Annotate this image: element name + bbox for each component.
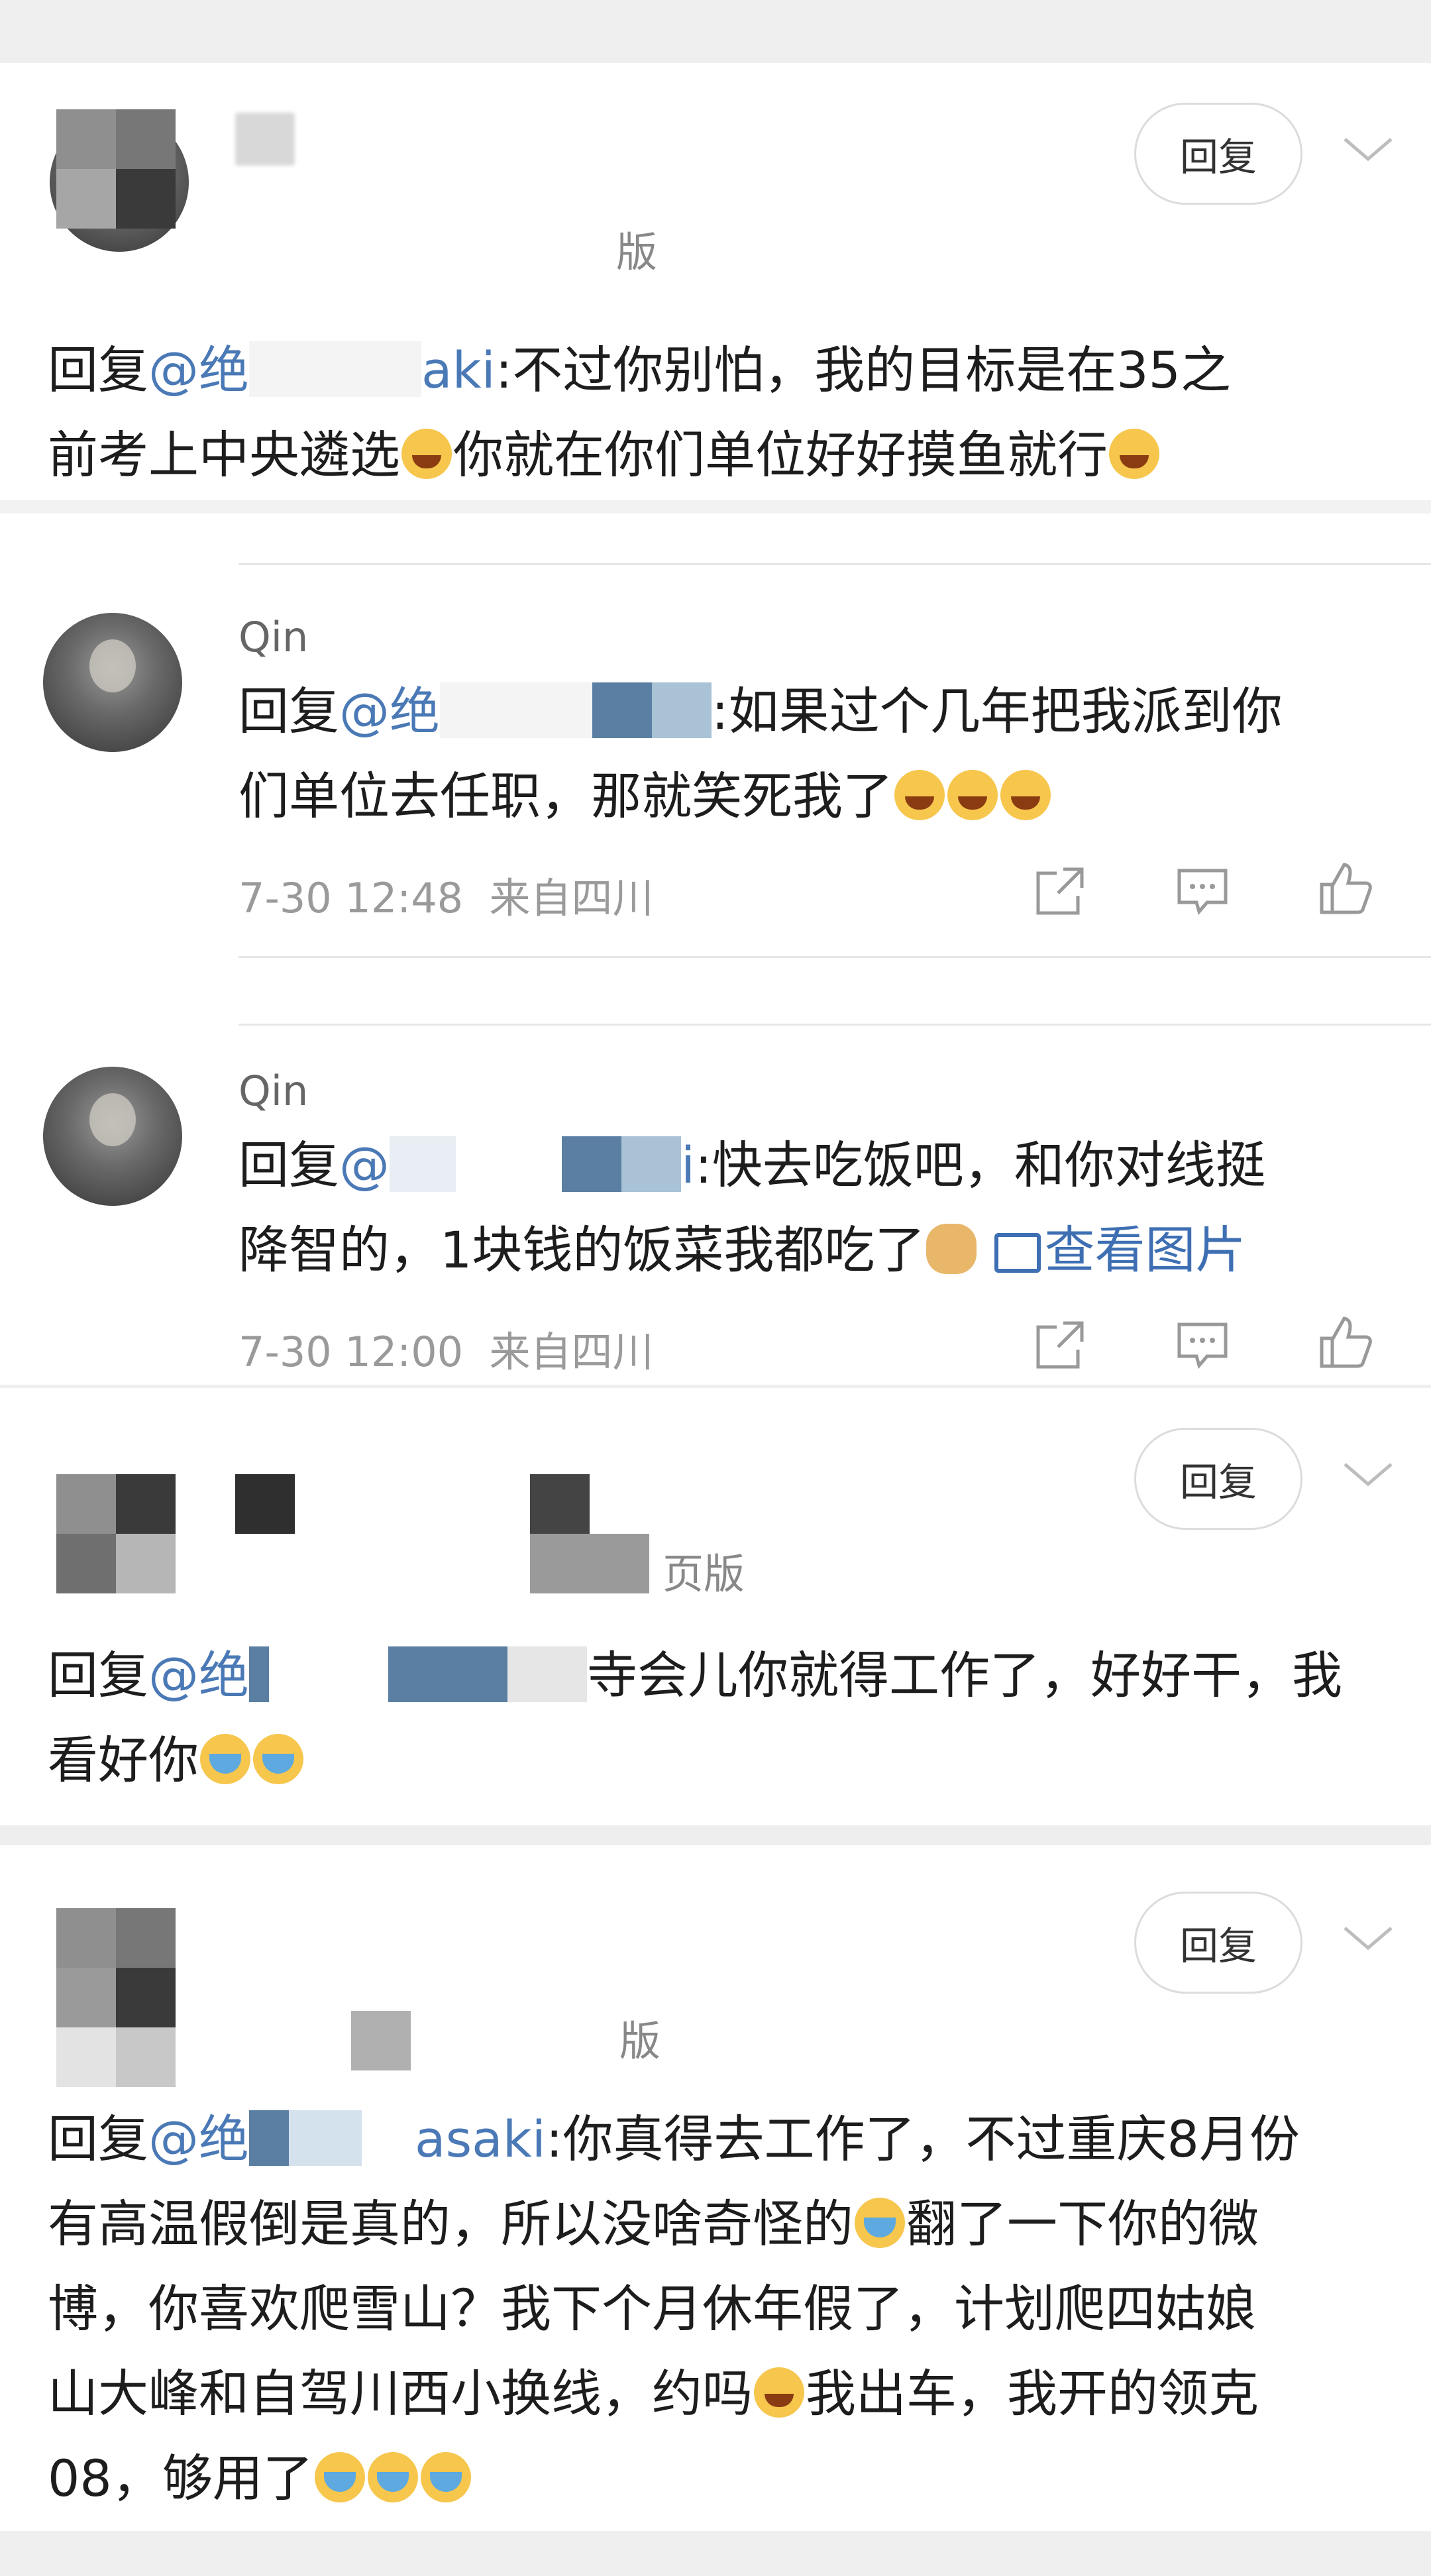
cry-emoji-icon [314, 2452, 365, 2502]
timestamp: 7-30 12:00 [238, 1328, 464, 1376]
divider [238, 1024, 1431, 1026]
comment-text-line1: 回复@绝 寺会儿你就得工作了，好好干，我 [48, 1646, 1342, 1705]
comment-text-line2: 看好你 [48, 1718, 305, 1803]
comment-text-line2: 们单位去任职，那就笑死我了 [238, 754, 1052, 839]
laugh-emoji-icon [1109, 429, 1159, 479]
comment-text-line1: 回复@ i:快去吃饭吧，和你对线挺 [238, 1136, 1266, 1195]
laugh-emoji-icon [401, 429, 452, 479]
comment-text-line2: 前考上中央遴选 你就在你们单位好好摸鱼就行 [48, 413, 1161, 498]
like-icon[interactable] [1315, 1312, 1375, 1371]
like-icon[interactable] [1315, 858, 1375, 918]
username[interactable]: Qin [238, 613, 308, 661]
cry-emoji-icon [420, 2452, 471, 2502]
reply-button[interactable]: 回复 [1134, 1428, 1302, 1530]
badge-fragment: 版 [619, 2017, 661, 2065]
gap [0, 1825, 1431, 1845]
mention-link[interactable]: @绝 aki [148, 341, 496, 400]
mention-link[interactable]: @绝 asaki [148, 2110, 546, 2169]
comment-text-line1: 回复@绝:如果过个几年把我派到你 [238, 682, 1283, 741]
avatar-mosaic [56, 109, 176, 229]
avatar[interactable] [43, 1067, 182, 1206]
divider [238, 563, 1431, 565]
cry-emoji-icon [367, 2452, 418, 2502]
username-redacted [351, 2011, 411, 2070]
laugh-emoji-icon [754, 2367, 804, 2418]
comment-meta: 7-30 12:48 来自四川 [238, 865, 654, 924]
username-redacted [530, 1474, 649, 1593]
comment-icon[interactable] [1173, 1315, 1232, 1375]
comment-card-2: Qin 回复@绝:如果过个几年把我派到你 们单位去任职，那就笑死我了 7-30 … [0, 513, 1431, 1017]
bottom-strip [0, 2531, 1431, 2576]
avatar-mosaic[interactable] [56, 1908, 176, 2087]
cry-emoji-icon [200, 1734, 250, 1784]
comment-meta: 7-30 12:00 来自四川 [238, 1318, 654, 1378]
laugh-emoji-icon [894, 770, 945, 820]
comment-text-line5: 08，够用了 [48, 2436, 472, 2521]
mention-link[interactable]: @绝 [339, 682, 712, 741]
gap [0, 500, 1431, 513]
image-icon [994, 1233, 1041, 1273]
doge-emoji-icon [926, 1224, 977, 1274]
reply-button[interactable]: 回复 [1134, 103, 1302, 205]
mention-link[interactable]: @ i [339, 1136, 695, 1195]
username-redacted [235, 113, 295, 166]
laugh-emoji-icon [947, 770, 998, 820]
timestamp: 7-30 12:48 [238, 874, 464, 922]
comment-icon[interactable] [1173, 861, 1232, 921]
cry-emoji-icon [253, 1734, 303, 1784]
mention-link[interactable]: @绝 [148, 1646, 587, 1705]
divider [238, 956, 1431, 958]
cry-emoji-icon [855, 2198, 905, 2248]
comment-card-4: 页版 回复 回复@绝 寺会儿你就得工作了，好好干，我 看好你 [0, 1388, 1431, 1825]
comment-text-line1: 回复@绝 asaki:你真得去工作了，不过重庆8月份 [48, 2110, 1300, 2169]
laugh-emoji-icon [1000, 770, 1051, 820]
chevron-down-icon[interactable] [1338, 129, 1398, 169]
comment-text-line3: 博，你喜欢爬雪山？我下个月休年假了，计划爬四姑娘 [48, 2279, 1256, 2338]
location: 来自四川 [489, 874, 654, 922]
reply-button[interactable]: 回复 [1134, 1892, 1302, 1994]
avatar-mosaic[interactable] [56, 1474, 176, 1593]
comment-card-5: 版 回复 回复@绝 asaki:你真得去工作了，不过重庆8月份 有高温假倒是真的，… [0, 1845, 1431, 2531]
share-icon[interactable] [1030, 861, 1090, 921]
share-icon[interactable] [1030, 1315, 1090, 1375]
comment-text-line2: 降智的，1块钱的饭菜我都吃了 查看图片 [238, 1220, 1246, 1279]
chevron-down-icon[interactable] [1338, 1918, 1398, 1958]
top-strip [0, 0, 1431, 73]
comment-text-line4: 山大峰和自驾川西小换线，约吗 我出车，我开的领克 [48, 2364, 1259, 2423]
chevron-down-icon[interactable] [1338, 1454, 1398, 1494]
avatar[interactable] [43, 613, 182, 752]
comment-text-line1: 回复@绝 aki:不过你别怕，我的目标是在35之 [48, 341, 1232, 400]
comment-card-1: 版 回复 回复@绝 aki:不过你别怕，我的目标是在35之 前考上中央遴选 你就在你… [0, 63, 1431, 500]
username-redacted [235, 1474, 295, 1534]
location: 来自四川 [489, 1328, 654, 1376]
badge-fragment: 页版 [662, 1550, 745, 1598]
username[interactable]: Qin [238, 1067, 308, 1115]
badge-fragment: 版 [616, 228, 658, 276]
comment-card-3: Qin 回复@ i:快去吃饭吧，和你对线挺 降智的，1块钱的饭菜我都吃了 查看图片… [0, 1017, 1431, 1385]
comment-text-line2: 有高温假倒是真的，所以没啥奇怪的 翻了一下你的微 [48, 2194, 1259, 2253]
view-image-link[interactable]: 查看图片 [994, 1220, 1246, 1279]
